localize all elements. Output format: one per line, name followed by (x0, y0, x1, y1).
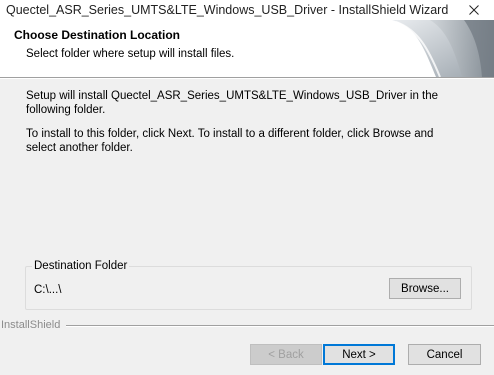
installshield-banner-graphic (384, 20, 494, 77)
install-location-text: Setup will install Quectel_ASR_Series_UM… (26, 90, 439, 116)
instructions-text: To install to this folder, click Next. T… (26, 128, 434, 154)
header-divider-highlight (0, 78, 494, 79)
close-icon (469, 5, 479, 15)
wizard-header: Choose Destination Location Select folde… (0, 20, 494, 78)
installshield-brand-label: InstallShield (1, 319, 61, 331)
cancel-button[interactable]: Cancel (408, 344, 481, 365)
title-bar[interactable]: Quectel_ASR_Series_UMTS&LTE_Windows_USB_… (0, 0, 494, 20)
back-button[interactable]: < Back (250, 344, 322, 365)
close-button[interactable] (454, 0, 494, 20)
next-button[interactable]: Next > (323, 344, 395, 365)
footer-separator (66, 325, 494, 326)
installshield-wizard-window: Quectel_ASR_Series_UMTS&LTE_Windows_USB_… (0, 0, 494, 375)
page-title: Choose Destination Location (14, 28, 181, 42)
destination-path: C:\...\ (34, 284, 62, 296)
browse-button[interactable]: Browse... (389, 278, 461, 299)
window-title: Quectel_ASR_Series_UMTS&LTE_Windows_USB_… (6, 3, 449, 17)
destination-folder-label: Destination Folder (32, 260, 130, 272)
page-subtitle: Select folder where setup will install f… (26, 48, 235, 60)
